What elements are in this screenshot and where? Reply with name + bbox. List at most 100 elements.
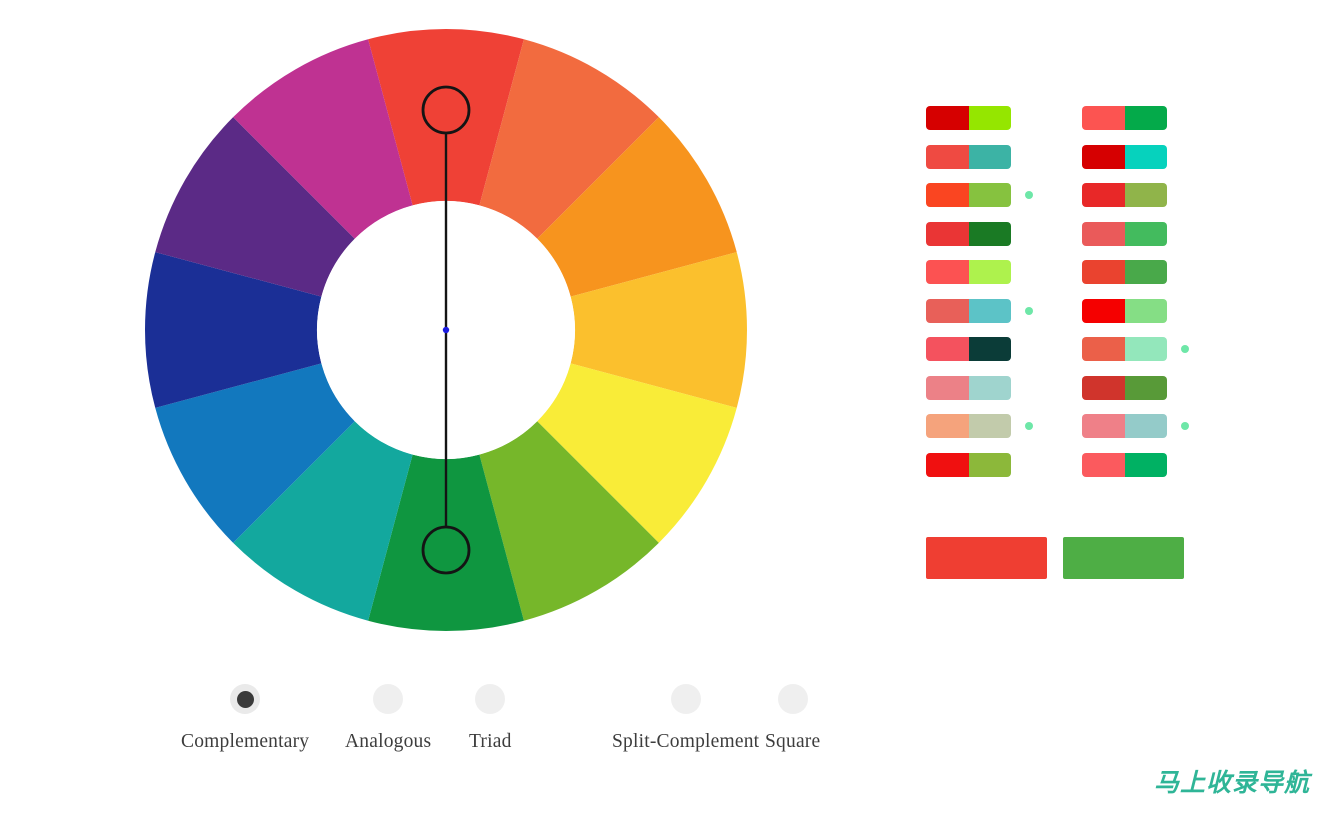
swatch-row[interactable]: [1082, 375, 1167, 400]
swatch-half-secondary[interactable]: [968, 260, 1011, 284]
swatch-pair[interactable]: [926, 337, 1011, 361]
result-primary-swatch[interactable]: [926, 537, 1047, 579]
swatch-pair[interactable]: [1082, 375, 1167, 400]
swatch-row[interactable]: [926, 298, 1033, 323]
swatch-half-primary[interactable]: [1082, 298, 1125, 323]
swatch-half-primary[interactable]: [1082, 452, 1125, 477]
swatch-half-primary[interactable]: [1082, 221, 1125, 246]
color-wheel-panel[interactable]: [0, 0, 900, 660]
swatch-pair[interactable]: [926, 375, 1011, 400]
harmony-radio-analogous[interactable]: [373, 684, 404, 714]
harmony-option-triad[interactable]: Triad: [469, 684, 512, 753]
harmony-option-complementary[interactable]: Complementary: [181, 684, 309, 753]
swatch-pair[interactable]: [926, 106, 1011, 130]
swatch-row[interactable]: [926, 414, 1033, 438]
swatch-row[interactable]: [1082, 106, 1167, 130]
swatch-half-primary[interactable]: [1082, 414, 1125, 438]
swatch-half-secondary[interactable]: [968, 106, 1011, 130]
swatch-pair[interactable]: [1082, 414, 1167, 438]
swatch-pair[interactable]: [1082, 452, 1167, 477]
harmony-radio-split-complement[interactable]: [670, 684, 701, 714]
swatch-row[interactable]: [1082, 452, 1167, 477]
harmony-radio-square[interactable]: [777, 684, 808, 714]
swatch-pair[interactable]: [926, 144, 1011, 169]
swatch-pair[interactable]: [1082, 260, 1167, 284]
swatch-half-secondary[interactable]: [968, 183, 1011, 207]
harmony-option-split-complement[interactable]: Split-Complement: [612, 684, 759, 753]
swatch-pair[interactable]: [1082, 144, 1167, 169]
swatch-half-secondary[interactable]: [1124, 106, 1167, 130]
swatch-row-indicator-dot: [1181, 345, 1189, 353]
swatch-row[interactable]: [1082, 260, 1167, 284]
result-secondary-swatch[interactable]: [1063, 537, 1184, 579]
swatch-half-secondary[interactable]: [968, 221, 1011, 246]
swatch-half-secondary[interactable]: [1124, 260, 1167, 284]
swatch-column-right[interactable]: [1082, 106, 1189, 491]
swatch-half-secondary[interactable]: [1124, 144, 1167, 169]
harmony-radio-triad[interactable]: [475, 684, 506, 714]
swatch-half-primary[interactable]: [1082, 144, 1125, 169]
swatch-half-primary[interactable]: [1082, 337, 1125, 361]
swatch-column-left[interactable]: [926, 106, 1033, 491]
swatch-half-primary[interactable]: [926, 452, 969, 477]
swatch-half-primary[interactable]: [1082, 260, 1125, 284]
swatch-row[interactable]: [926, 375, 1011, 400]
swatch-half-secondary[interactable]: [1124, 183, 1167, 207]
swatch-pair[interactable]: [1082, 183, 1167, 207]
swatch-half-primary[interactable]: [926, 337, 969, 361]
swatch-half-secondary[interactable]: [968, 375, 1011, 400]
swatch-half-secondary[interactable]: [1124, 414, 1167, 438]
swatch-half-primary[interactable]: [926, 260, 969, 284]
swatch-half-secondary[interactable]: [1124, 337, 1167, 361]
swatch-pair[interactable]: [926, 260, 1011, 284]
swatch-half-secondary[interactable]: [968, 144, 1011, 169]
palette-swatch-grid[interactable]: [926, 106, 1226, 486]
swatch-half-secondary[interactable]: [968, 414, 1011, 438]
swatch-row[interactable]: [1082, 414, 1189, 438]
swatch-half-secondary[interactable]: [1124, 298, 1167, 323]
swatch-pair[interactable]: [1082, 106, 1167, 130]
swatch-pair[interactable]: [926, 221, 1011, 246]
swatch-half-primary[interactable]: [926, 144, 969, 169]
swatch-row[interactable]: [926, 260, 1011, 284]
swatch-row[interactable]: [926, 452, 1011, 477]
swatch-half-secondary[interactable]: [1124, 221, 1167, 246]
swatch-pair[interactable]: [1082, 298, 1167, 323]
swatch-half-primary[interactable]: [1082, 106, 1125, 130]
swatch-row[interactable]: [926, 221, 1011, 246]
swatch-pair[interactable]: [926, 452, 1011, 477]
swatch-half-primary[interactable]: [926, 106, 969, 130]
swatch-half-primary[interactable]: [926, 183, 969, 207]
swatch-half-secondary[interactable]: [968, 452, 1011, 477]
swatch-pair[interactable]: [926, 183, 1011, 207]
swatch-row[interactable]: [1082, 298, 1167, 323]
harmony-option-square[interactable]: Square: [765, 684, 820, 753]
swatch-pair[interactable]: [926, 298, 1011, 323]
swatch-row[interactable]: [1082, 183, 1167, 207]
swatch-row[interactable]: [926, 337, 1011, 361]
swatch-row[interactable]: [926, 183, 1033, 207]
swatch-pair[interactable]: [1082, 337, 1167, 361]
swatch-half-primary[interactable]: [926, 221, 969, 246]
swatch-half-primary[interactable]: [1082, 375, 1125, 400]
swatch-half-primary[interactable]: [926, 414, 969, 438]
swatch-half-secondary[interactable]: [968, 298, 1011, 323]
swatch-pair[interactable]: [1082, 221, 1167, 246]
swatch-row[interactable]: [1082, 221, 1167, 246]
swatch-half-primary[interactable]: [926, 375, 969, 400]
swatch-row[interactable]: [1082, 144, 1167, 169]
color-wheel[interactable]: [145, 20, 747, 640]
harmony-radio-complementary[interactable]: [230, 684, 261, 714]
swatch-half-primary[interactable]: [1082, 183, 1125, 207]
harmony-mode-selector[interactable]: Complementary Analogous Triad Split-Complem…: [100, 684, 860, 784]
swatch-row[interactable]: [1082, 337, 1189, 361]
swatch-pair[interactable]: [926, 414, 1011, 438]
swatch-half-secondary[interactable]: [968, 337, 1011, 361]
result-swatch-row[interactable]: [926, 537, 1184, 579]
swatch-half-secondary[interactable]: [1124, 375, 1167, 400]
swatch-half-secondary[interactable]: [1124, 452, 1167, 477]
swatch-half-primary[interactable]: [926, 298, 969, 323]
swatch-row[interactable]: [926, 144, 1011, 169]
swatch-row[interactable]: [926, 106, 1011, 130]
harmony-option-analogous[interactable]: Analogous: [345, 684, 431, 753]
